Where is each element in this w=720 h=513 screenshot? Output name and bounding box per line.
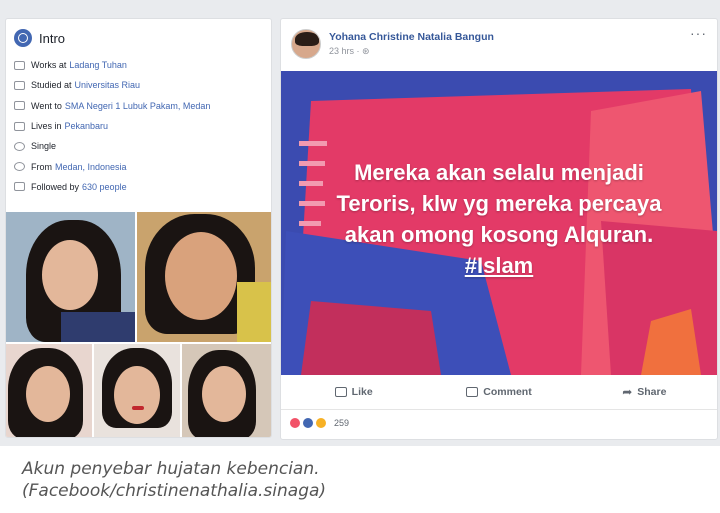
photo-3[interactable]: [6, 344, 92, 437]
intro-header: Intro: [6, 19, 271, 53]
post-text: Mereka akan selalu menjadi Teroris, klw …: [281, 157, 717, 281]
university-link[interactable]: Universitas Riau: [75, 80, 141, 90]
heart-icon: [14, 141, 25, 151]
intro-title: Intro: [39, 30, 66, 46]
globe-icon: [14, 29, 32, 47]
photo-4[interactable]: [94, 344, 180, 437]
avatar[interactable]: [291, 29, 321, 59]
screenshot-frame: Intro Works at Ladang Tuhan Studied at U…: [0, 0, 720, 446]
more-options-icon[interactable]: ···: [690, 25, 707, 41]
photo-1[interactable]: [6, 212, 135, 342]
post-actions-bar: Like Comment ➦ Share: [281, 375, 717, 410]
city-link[interactable]: Pekanbaru: [65, 121, 109, 131]
haha-reaction-icon: [315, 417, 327, 429]
photo-5[interactable]: [182, 344, 271, 437]
intro-item-relationship: Single: [14, 136, 263, 156]
image-caption: Akun penyebar hujatan kebencian. (Facebo…: [22, 459, 327, 501]
intro-item-studied: Studied at Universitas Riau: [14, 75, 263, 95]
intro-item-followers: Followed by 630 people: [14, 177, 263, 197]
share-button[interactable]: ➦ Share: [572, 375, 717, 409]
graduation-cap-icon: [14, 80, 25, 90]
hometown-link[interactable]: Medan, Indonesia: [55, 162, 127, 172]
photo-2[interactable]: [137, 212, 271, 342]
reaction-count: 259: [334, 418, 350, 428]
intro-item-work: Works at Ladang Tuhan: [14, 55, 263, 75]
post-image-banner[interactable]: Mereka akan selalu menjadi Teroris, klw …: [281, 71, 717, 375]
location-pin-icon: [14, 162, 25, 172]
briefcase-icon: [14, 60, 25, 70]
globe-icon: ⊛: [362, 46, 370, 56]
intro-item-from: From Medan, Indonesia: [14, 156, 263, 176]
thumbs-up-icon: [334, 387, 347, 397]
followers-icon: [14, 182, 25, 192]
intro-list: Works at Ladang Tuhan Studied at Univers…: [6, 53, 271, 197]
reactions-summary[interactable]: 259: [289, 417, 349, 429]
work-link[interactable]: Ladang Tuhan: [69, 60, 127, 70]
graduation-cap-icon: [14, 101, 25, 111]
hashtag-link[interactable]: #Islam: [281, 250, 717, 281]
love-reaction-icon: [289, 417, 301, 429]
comment-bubble-icon: [466, 387, 479, 397]
post-card: Yohana Christine Natalia Bangun 23 hrs ·…: [280, 18, 718, 440]
author-name[interactable]: Yohana Christine Natalia Bangun: [329, 31, 494, 43]
comment-button[interactable]: Comment: [426, 375, 571, 409]
share-arrow-icon: ➦: [622, 385, 633, 399]
post-timestamp[interactable]: 23 hrs · ⊛: [329, 46, 494, 57]
home-icon: [14, 121, 25, 131]
intro-item-school: Went to SMA Negeri 1 Lubuk Pakam, Medan: [14, 96, 263, 116]
like-reaction-icon: [302, 417, 314, 429]
intro-item-lives: Lives in Pekanbaru: [14, 116, 263, 136]
post-header: Yohana Christine Natalia Bangun 23 hrs ·…: [291, 29, 494, 59]
photo-grid: [6, 212, 271, 437]
like-button[interactable]: Like: [281, 375, 426, 409]
intro-card: Intro Works at Ladang Tuhan Studied at U…: [5, 18, 272, 438]
school-link[interactable]: SMA Negeri 1 Lubuk Pakam, Medan: [65, 101, 211, 111]
followers-link[interactable]: 630 people: [82, 182, 127, 192]
